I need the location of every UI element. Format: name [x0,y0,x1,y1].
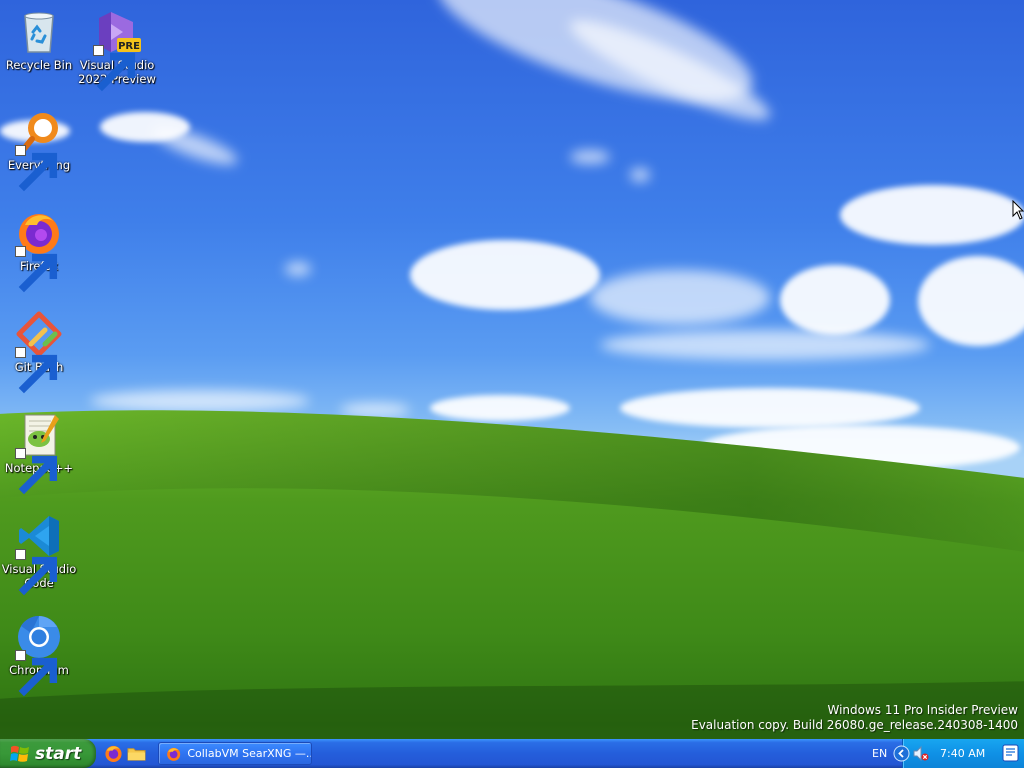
desktop-icon-everything[interactable]: Everything [0,108,78,192]
desktop-icon-chromium[interactable]: Chromium [0,613,78,697]
desktop-icon-firefox[interactable]: Firefox [0,209,78,293]
mouse-cursor-icon [1012,200,1024,220]
clock[interactable]: 7:40 AM [940,747,985,760]
shortcut-arrow-icon [15,448,58,495]
shortcut-arrow-icon [15,650,58,697]
system-tray: EN 7:40 AM [866,739,1024,768]
desktop-icon-notepad-plus-plus[interactable]: Notepad++ [0,411,78,495]
windows-build-watermark: Windows 11 Pro Insider Preview Evaluatio… [691,703,1018,733]
watermark-build: Evaluation copy. Build 26080.ge_release.… [691,718,1018,732]
recycle-bin-icon [24,12,54,53]
start-button[interactable]: start [0,739,96,768]
chevron-left-icon[interactable] [893,745,910,762]
firefox-icon[interactable] [104,744,123,763]
desktop-icon-label: Recycle Bin [5,58,73,72]
desktop-icon-recycle-bin[interactable]: Recycle Bin [0,8,78,72]
shortcut-arrow-icon [15,549,58,596]
watermark-edition: Windows 11 Pro Insider Preview [827,703,1018,717]
desktop-icon-git-bash[interactable]: Git Bash [0,310,78,394]
grass-hill [0,410,1024,739]
shortcut-arrow-icon [15,145,58,192]
desktop-icon-visual-studio-code[interactable]: Visual Studio Code [0,512,78,596]
notification-icon[interactable] [1002,744,1019,762]
volume-muted-icon[interactable] [912,745,929,762]
language-indicator[interactable]: EN [872,747,887,760]
taskbar-window-button[interactable]: CollabVM SearXNG —... [158,742,312,765]
shortcut-arrow-icon [93,45,136,92]
taskbar: start CollabVM SearXNG —... EN 7:40 AM [0,739,1024,768]
desktop-wallpaper [0,0,1024,739]
folder-icon[interactable] [127,744,146,763]
shortcut-arrow-icon [15,347,58,394]
firefox-icon [167,747,181,761]
quick-launch-bar [104,744,146,763]
taskbar-window-title: CollabVM SearXNG —... [187,747,311,760]
shortcut-arrow-icon [15,246,58,293]
windows-logo-icon [10,745,29,762]
start-label: start [35,743,82,764]
desktop-icon-visual-studio-2022-preview[interactable]: PRE Visual Studio 2022 Preview [78,8,156,92]
